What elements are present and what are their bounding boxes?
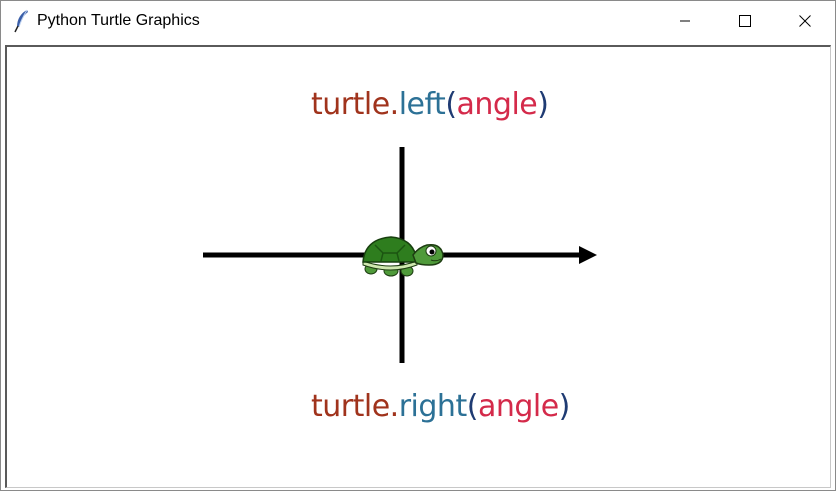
title-bar[interactable]: Python Turtle Graphics (1, 1, 835, 41)
minimize-icon (680, 20, 690, 22)
code-argument: angle (477, 389, 559, 424)
code-dot: . (389, 389, 400, 424)
code-argument: angle (456, 87, 538, 122)
minimize-button[interactable] (655, 1, 715, 41)
code-dot: . (389, 87, 400, 122)
window-title: Python Turtle Graphics (37, 12, 200, 29)
code-paren-close: ) (558, 389, 571, 424)
close-icon (799, 15, 811, 27)
maximize-icon (739, 15, 751, 27)
feather-icon (14, 9, 28, 33)
turtle-canvas-frame: turtle.left(angle) turtle.right(angle) (5, 45, 831, 488)
arrow-head-icon (579, 246, 597, 264)
turtle-window: Python Turtle Graphics turtle.left(angle… (0, 0, 836, 491)
maximize-button[interactable] (715, 1, 775, 41)
code-object: turtle (311, 87, 390, 122)
code-paren-open: ( (445, 87, 457, 122)
code-object: turtle (311, 389, 390, 424)
code-paren-close: ) (537, 87, 549, 122)
code-method: left (398, 87, 446, 122)
right-method-label: turtle.right(angle) (311, 389, 570, 424)
turtle-icon (362, 236, 444, 277)
close-button[interactable] (775, 1, 835, 41)
code-paren-open: ( (466, 389, 479, 424)
left-method-label: turtle.left(angle) (311, 87, 549, 122)
code-method: right (398, 389, 468, 424)
